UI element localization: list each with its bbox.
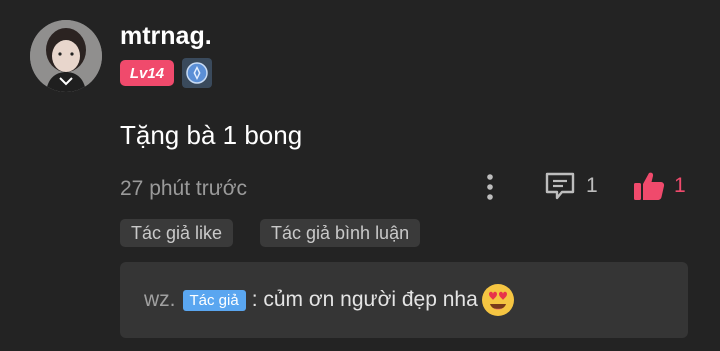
reply-count: 1 xyxy=(586,174,598,197)
rank-badge-icon xyxy=(182,58,212,88)
heart-eyes-emoji-icon xyxy=(480,282,516,318)
comment-icon xyxy=(545,172,575,200)
user-avatar[interactable] xyxy=(30,20,102,92)
like-button[interactable]: 1 xyxy=(632,170,686,202)
avatar-image xyxy=(30,20,102,92)
tag-author-liked: Tác giả like xyxy=(120,219,234,247)
username[interactable]: mtrnag. xyxy=(120,22,212,51)
comment-text: Tặng bà 1 bong xyxy=(120,120,303,150)
more-vertical-icon xyxy=(487,174,493,200)
timestamp: 27 phút trước xyxy=(120,177,248,200)
reply-author[interactable]: wz. xyxy=(144,288,176,312)
thumbs-up-icon xyxy=(634,172,665,200)
tag-author-commented: Tác giả bình luận xyxy=(260,219,421,247)
more-options-button[interactable] xyxy=(478,172,502,202)
author-badge: Tác giả xyxy=(182,289,246,311)
level-badge: Lv14 xyxy=(120,60,174,86)
reply-button[interactable]: 1 xyxy=(544,171,598,201)
author-reply[interactable]: wz. Tác giả : củm ơn người đẹp nha xyxy=(120,262,688,338)
like-count: 1 xyxy=(674,174,686,197)
reply-text: : củm ơn người đẹp nha xyxy=(251,288,478,311)
